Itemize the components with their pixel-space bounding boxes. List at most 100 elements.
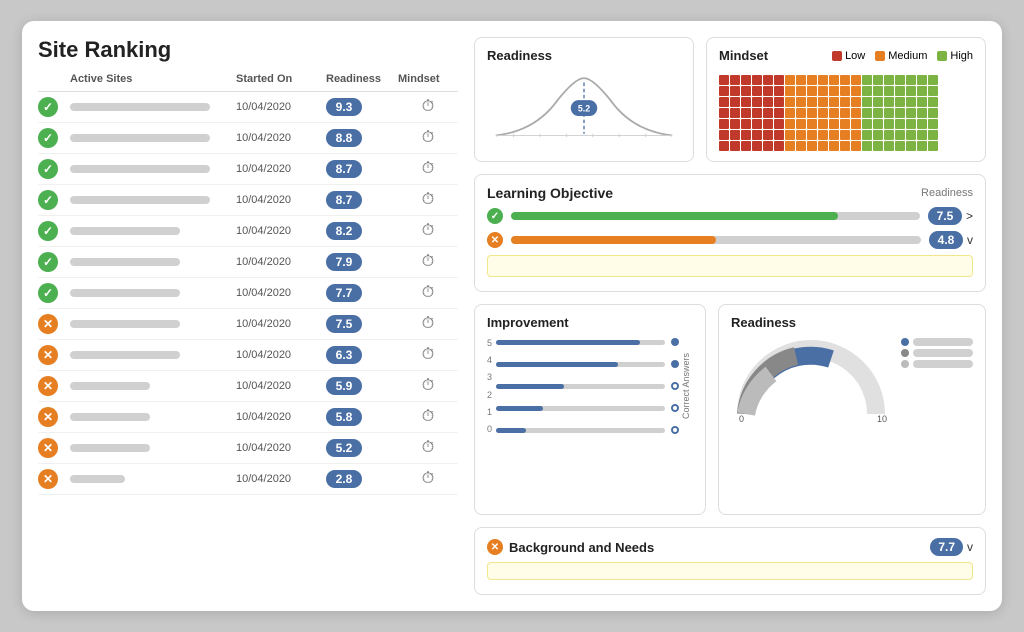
mindset-cell-r0-c16 [895,75,905,85]
badge-7: 7.5 [326,315,362,333]
mindset-cell-r6-c12 [851,141,861,151]
mindset-cell-r4-c2 [741,119,751,129]
readiness-badge-2: 8.7 [326,160,398,178]
mindset-icon-7: ⏱ [398,315,458,333]
readiness-badge-0: 9.3 [326,98,398,116]
lo-readiness-label: Readiness [921,187,973,199]
col-sites: Active Sites [70,73,236,85]
legend-high-label: High [950,50,973,62]
legend-high-dot [937,51,947,61]
improvement-lines-container [496,336,679,436]
badge-12: 2.8 [326,470,362,488]
site-bar-container-1 [70,134,236,142]
mindset-cell-r2-c19 [928,97,938,107]
site-bar-container-4 [70,227,236,235]
imp-bar-bg-3 [496,384,665,389]
site-bar-7 [70,320,180,328]
mindset-cell-r4-c12 [851,119,861,129]
mindset-icon-6: ⏱ [398,284,458,302]
mindset-cell-r5-c1 [730,130,740,140]
gauge-legend-dot-2 [901,349,909,357]
row-status-2: ✓ [38,159,70,179]
mindset-cell-r0-c13 [862,75,872,85]
mindset-cell-r0-c5 [774,75,784,85]
gauge-title: Readiness [731,315,973,330]
mindset-cell-r6-c16 [895,141,905,151]
mindset-cell-r4-c15 [884,119,894,129]
mindset-cell-r4-c18 [917,119,927,129]
mindset-cell-r4-c7 [796,119,806,129]
mindset-icon-12: ⏱ [398,470,458,488]
table-row-5: ✓10/04/20207.9⏱ [38,247,458,278]
date-cell-8: 10/04/2020 [236,349,326,361]
ban-icon: ✕ [487,539,503,555]
mindset-cell-r2-c14 [873,97,883,107]
mindset-cell-r1-c18 [917,86,927,96]
date-cell-10: 10/04/2020 [236,411,326,423]
mindset-icon-1: ⏱ [398,129,458,147]
lo-title: Learning Objective [487,185,613,201]
badge-5: 7.9 [326,253,362,271]
mindset-cell-r2-c17 [906,97,916,107]
mindset-cell-r0-c1 [730,75,740,85]
date-cell-7: 10/04/2020 [236,318,326,330]
table-row-8: ✕10/04/20206.3⏱ [38,340,458,371]
status-icon-6: ✓ [38,283,58,303]
y-axis: 5 4 3 2 1 0 [487,336,492,436]
mindset-cell-r1-c3 [752,86,762,96]
mindset-cell-r0-c17 [906,75,916,85]
mindset-cell-r5-c4 [763,130,773,140]
site-ranking-title: Site Ranking [38,37,458,63]
mindset-grid [719,75,973,151]
ban-arrow[interactable]: v [967,540,973,554]
mindset-cell-r1-c16 [895,86,905,96]
table-row-1: ✓10/04/20208.8⏱ [38,123,458,154]
gauge-legend-1 [901,338,973,346]
imp-dot-1 [671,338,679,346]
mindset-cell-r0-c11 [840,75,850,85]
lo-row-2: ✕ 4.8 v [487,231,973,249]
mindset-cell-r2-c5 [774,97,784,107]
mindset-cell-r2-c3 [752,97,762,107]
site-bar-container-0 [70,103,236,111]
mindset-cell-r5-c6 [785,130,795,140]
mindset-cell-r0-c18 [917,75,927,85]
imp-bar-fill-2 [496,362,618,367]
mindset-cell-r1-c19 [928,86,938,96]
mindset-cell-r3-c12 [851,108,861,118]
mindset-cell-r6-c6 [785,141,795,151]
mindset-card-title: Mindset [719,48,768,63]
gauge-legend [901,338,973,368]
table-row-0: ✓10/04/20209.3⏱ [38,92,458,123]
status-icon-12: ✕ [38,469,58,489]
mindset-cell-r1-c14 [873,86,883,96]
mindset-cell-r6-c11 [840,141,850,151]
row-status-0: ✓ [38,97,70,117]
row-status-10: ✕ [38,407,70,427]
mindset-cell-r0-c0 [719,75,729,85]
mindset-icon-0: ⏱ [398,98,458,116]
mindset-cell-r5-c11 [840,130,850,140]
mindset-cell-r0-c19 [928,75,938,85]
mindset-cell-r5-c8 [807,130,817,140]
gauge-content: 0 10 [731,334,973,427]
mindset-cell-r3-c17 [906,108,916,118]
status-icon-2: ✓ [38,159,58,179]
gauge-legend-dot-3 [901,360,909,368]
mindset-cell-r4-c8 [807,119,817,129]
row-status-5: ✓ [38,252,70,272]
gauge-legend-2 [901,349,973,357]
lo-arrow-2[interactable]: v [967,233,973,247]
site-bar-12 [70,475,125,483]
row-status-3: ✓ [38,190,70,210]
site-bar-3 [70,196,210,204]
mindset-cell-r1-c17 [906,86,916,96]
site-bar-container-5 [70,258,236,266]
date-cell-5: 10/04/2020 [236,256,326,268]
lo-arrow-1[interactable]: > [966,209,973,223]
bottom-section: Improvement 5 4 3 2 1 0 [474,304,986,515]
lo-bar-fill-2 [511,236,716,244]
status-icon-4: ✓ [38,221,58,241]
imp-row-5 [496,426,679,434]
readiness-card-title: Readiness [487,48,681,63]
